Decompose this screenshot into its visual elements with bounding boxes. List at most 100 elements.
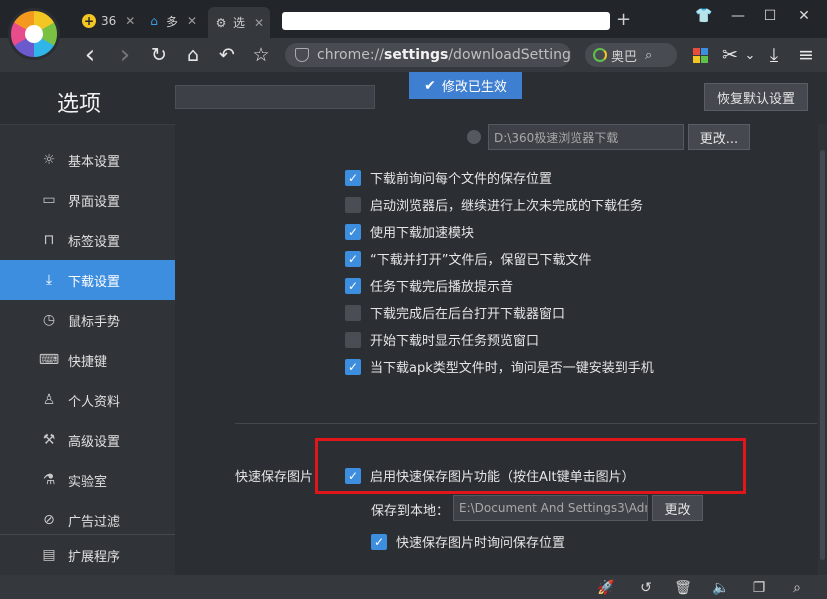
sidebar-item-shortcuts[interactable]: ⌨ 快捷键 [0,340,175,380]
hat-icon: ⌂ [150,14,158,28]
option-resume-downloads[interactable]: 启动浏览器后，继续进行上次未完成的下载任务 [345,195,643,214]
speaker-icon[interactable]: 🔈 [712,579,730,597]
reset-defaults-button[interactable]: 恢复默认设置 [704,83,808,111]
sidebar-item-label: 基本设置 [68,154,121,170]
close-icon[interactable]: ✕ [125,14,135,28]
apps-icon[interactable] [688,43,712,67]
minimize-button[interactable]: — [725,8,751,24]
url-path: /downloadSetting [448,47,571,63]
sidebar-item-download[interactable]: ⤓ 下载设置 [0,260,175,300]
sidebar-item-profile[interactable]: ♙ 个人资料 [0,380,175,420]
tab-icon: ⊓ [43,232,55,248]
option-label: 下载完成后在后台打开下载器窗口 [370,307,566,322]
quick-save-path-input[interactable]: E:\Document And Settings3\Adm [453,495,648,521]
menu-icon[interactable]: ≡ [794,43,818,67]
block-icon: ⊘ [43,512,55,528]
option-label: 任务下载完后播放提示音 [370,280,514,295]
download-path-radio[interactable] [467,130,481,144]
option-open-downloader-window[interactable]: 下载完成后在后台打开下载器窗口 [345,303,565,322]
close-icon[interactable]: ✕ [254,16,264,30]
new-tab-button[interactable]: + [616,9,631,30]
search-icon[interactable]: ⌕ [788,579,806,597]
option-keep-opened-files[interactable]: ✓ “下载并打开”文件后，保留已下载文件 [345,249,591,268]
checkbox[interactable]: ✓ [345,169,361,186]
trash-icon[interactable]: 🗑 [674,579,692,597]
sidebar-item-tabs[interactable]: ⊓ 标签设置 [0,220,175,260]
keyboard-icon: ⌨ [38,352,60,368]
quick-save-section-label: 快速保存图片 [235,470,314,485]
tab-title: 多 [166,14,179,29]
close-window-button[interactable]: ✕ [791,8,817,24]
sidebar-item-label: 界面设置 [68,194,121,210]
window-icon[interactable]: ❐ [750,579,768,597]
search-box[interactable]: 奥巴 ⌕ [585,43,677,67]
sidebar-item-mouse[interactable]: ◷ 鼠标手势 [0,300,175,340]
redacted-tabs [282,12,610,30]
option-quick-save-ask-location[interactable]: ✓ 快速保存图片时询问保存位置 [371,532,565,551]
plus-circle-icon: + [82,14,96,28]
checkbox[interactable]: ✓ [345,277,361,294]
checkbox[interactable]: ✓ [345,358,361,375]
sidebar-item-label: 快捷键 [68,354,108,370]
reload-icon[interactable]: ↻ [147,43,171,67]
scrollbar-thumb[interactable] [820,150,825,560]
shield-icon [295,48,309,62]
sidebar-item-interface[interactable]: ▭ 界面设置 [0,180,175,220]
saved-toast: ✔ 修改已生效 [409,72,522,99]
checkbox[interactable] [345,196,361,213]
download-path-input[interactable]: D:\360极速浏览器下载 [488,124,684,150]
sidebar-item-basic[interactable]: ☼ 基本设置 [0,140,175,180]
undo-icon[interactable]: ↶ [215,43,239,67]
checkbox[interactable]: ✓ [345,250,361,267]
option-play-sound[interactable]: ✓ 任务下载完后播放提示音 [345,276,513,295]
url-scheme: chrome:// [317,47,384,63]
back-icon[interactable]: ‹ [78,40,102,70]
option-label: 当下载apk类型文件时，询问是否一键安装到手机 [370,361,654,376]
sidebar-item-label: 鼠标手势 [68,314,121,330]
option-label: 下载前询问每个文件的保存位置 [370,172,553,187]
sidebar-item-advanced[interactable]: ⚒ 高级设置 [0,420,175,460]
option-download-accelerator[interactable]: ✓ 使用下载加速模块 [345,222,474,241]
save-to-label: 保存到本地： [371,504,450,519]
sidebar-item-label: 广告过滤 [68,514,121,530]
home-icon[interactable]: ⌂ [181,43,205,67]
settings-search-input[interactable] [175,85,375,109]
option-label: 启用快速保存图片功能（按住Alt键单击图片） [370,470,635,485]
rocket-icon[interactable]: 🚀 [597,579,615,597]
option-enable-quick-save[interactable]: ✓ 启用快速保存图片功能（按住Alt键单击图片） [345,466,635,485]
user-icon: ♙ [42,392,56,408]
change-download-path-button[interactable]: 更改... [688,124,750,150]
address-bar[interactable]: chrome://settings/downloadSetting [285,43,571,67]
checkbox[interactable]: ✓ [345,467,361,484]
option-show-preview[interactable]: 开始下载时显示任务预览窗口 [345,330,539,349]
option-apk-install-prompt[interactable]: ✓ 当下载apk类型文件时，询问是否一键安装到手机 [345,357,654,376]
checkbox[interactable]: ✓ [371,533,387,550]
checkbox[interactable] [345,304,361,321]
skin-icon[interactable]: 👕 [691,8,717,24]
option-label: 开始下载时显示任务预览窗口 [370,334,540,349]
tab-2[interactable]: ⌂ 多 ✕ [141,7,203,35]
chevron-down-icon[interactable]: ⌄ [738,43,762,67]
option-ask-save-location[interactable]: ✓ 下载前询问每个文件的保存位置 [345,168,552,187]
tab-1[interactable]: + 36 ✕ [76,7,141,35]
maximize-button[interactable]: ☐ [757,8,783,24]
change-quick-save-path-button[interactable]: 更改 [652,495,703,521]
forward-icon[interactable]: › [113,40,137,70]
star-icon[interactable]: ☆ [249,43,273,67]
option-label: “下载并打开”文件后，保留已下载文件 [370,253,592,268]
refresh-icon[interactable]: ↺ [637,579,655,597]
close-icon[interactable]: ✕ [187,14,197,28]
toast-text: 修改已生效 [441,80,507,95]
sidebar-item-lab[interactable]: ⚗ 实验室 [0,460,175,500]
tab-3-active[interactable]: ⚙ 选 ✕ [208,7,271,38]
page-title: 选项 [57,92,102,117]
sidebar-item-extensions[interactable]: ▤ 扩展程序 [0,535,175,575]
search-icon[interactable]: ⌕ [645,48,652,63]
search-text: 奥巴 [611,49,638,65]
checkbox[interactable]: ✓ [345,223,361,240]
browser-logo-icon[interactable] [8,8,60,60]
checkbox[interactable] [345,331,361,348]
download-icon[interactable]: ⤓ [762,43,786,67]
gear-icon: ☼ [42,152,56,168]
window-icon: ▭ [42,192,56,208]
